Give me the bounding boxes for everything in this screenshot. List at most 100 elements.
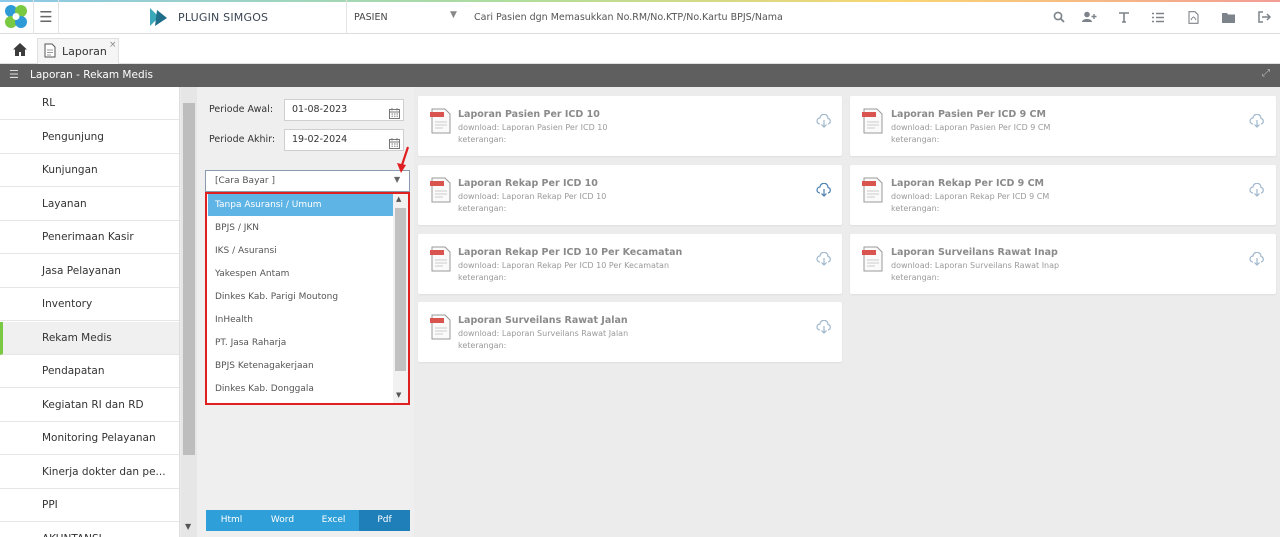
dropdown-option[interactable]: Dinkes Kab. Parigi Moutong <box>208 286 393 308</box>
sidebar-item-layanan[interactable]: Layanan <box>0 188 179 221</box>
report-title[interactable]: Laporan Surveilans Rawat Jalan <box>458 315 628 326</box>
sidebar-item-pendapatan[interactable]: Pendapatan <box>0 355 179 388</box>
add-user-icon[interactable] <box>1081 9 1097 25</box>
pdf-file-icon[interactable] <box>1185 9 1201 25</box>
sidebar-item-rekam-medis[interactable]: Rekam Medis <box>0 321 179 355</box>
sidebar-item-rl[interactable]: RL <box>0 87 179 120</box>
chevron-down-icon[interactable]: ▼ <box>450 10 457 20</box>
cloud-download-icon[interactable] <box>816 113 832 128</box>
scroll-down-icon[interactable]: ▼ <box>185 522 191 531</box>
menu-icon[interactable]: ☰ <box>9 68 19 81</box>
report-keterangan: keterangan: <box>891 135 940 144</box>
logout-icon[interactable] <box>1256 9 1272 25</box>
text-icon[interactable] <box>1116 9 1132 25</box>
periode-akhir-label: Periode Akhir: <box>209 134 276 145</box>
report-title[interactable]: Laporan Rekap Per ICD 10 Per Kecamatan <box>458 247 682 258</box>
report-download-text: download: Laporan Pasien Per ICD 10 <box>458 123 608 132</box>
tab-bar <box>0 34 1280 64</box>
periode-awal-label: Periode Awal: <box>209 104 274 115</box>
sidebar-item-monitoring-pelayanan[interactable]: Monitoring Pelayanan <box>0 422 179 455</box>
report-download-text: download: Laporan Pasien Per ICD 9 CM <box>891 123 1051 132</box>
report-download-text: download: Laporan Rekap Per ICD 10 <box>458 192 607 201</box>
cloud-download-icon[interactable] <box>1249 113 1265 128</box>
accent-strip <box>0 0 1280 2</box>
report-file-icon <box>430 246 452 272</box>
home-icon[interactable] <box>12 42 28 57</box>
sidebar-item-penerimaan-kasir[interactable]: Penerimaan Kasir <box>0 221 179 254</box>
cloud-download-icon[interactable] <box>1249 182 1265 197</box>
calendar-icon[interactable] <box>389 104 400 119</box>
export-pdf-button[interactable]: Pdf <box>359 510 410 531</box>
scroll-down-icon[interactable]: ▼ <box>396 391 401 399</box>
search-icon[interactable] <box>1051 9 1067 25</box>
report-title[interactable]: Laporan Rekap Per ICD 9 CM <box>891 178 1044 189</box>
cloud-download-icon[interactable] <box>1249 251 1265 266</box>
page-header <box>0 64 1280 87</box>
sidebar-item-kinerja-dokter[interactable]: Kinerja dokter dan pe... <box>0 456 179 489</box>
report-title[interactable]: Laporan Rekap Per ICD 10 <box>458 178 598 189</box>
report-title[interactable]: Laporan Pasien Per ICD 9 CM <box>891 109 1046 120</box>
report-keterangan: keterangan: <box>458 341 507 350</box>
scroll-up-icon[interactable]: ▲ <box>396 195 401 203</box>
cloud-download-icon[interactable] <box>816 319 832 334</box>
sidebar-item-inventory[interactable]: Inventory <box>0 288 179 321</box>
report-title[interactable]: Laporan Surveilans Rawat Inap <box>891 247 1058 258</box>
report-keterangan: keterangan: <box>458 273 507 282</box>
cara-bayar-select[interactable]: [Cara Bayar ] <box>205 170 410 192</box>
sidebar-item-akuntansi[interactable]: AKUNTANSI <box>0 523 179 537</box>
list-icon[interactable] <box>1150 9 1166 25</box>
tab-label[interactable]: Laporan <box>62 45 107 58</box>
report-keterangan: keterangan: <box>458 204 507 213</box>
close-icon[interactable]: × <box>109 40 117 50</box>
report-file-icon <box>430 108 452 134</box>
export-excel-button[interactable]: Excel <box>308 510 359 531</box>
report-file-icon <box>862 246 884 272</box>
chevron-down-icon[interactable]: ▼ <box>394 175 400 184</box>
report-keterangan: keterangan: <box>458 135 507 144</box>
brand-name: PLUGIN SIMGOS <box>178 11 269 24</box>
report-file-icon <box>862 108 884 134</box>
folder-icon[interactable] <box>1220 9 1236 25</box>
sidebar-item-ppi[interactable]: PPI <box>0 489 179 522</box>
dropdown-option[interactable]: Tanpa Asuransi / Umum <box>208 194 393 216</box>
page-title: Laporan - Rekam Medis <box>30 69 153 81</box>
menu-toggle-icon[interactable]: ☰ <box>33 0 59 34</box>
patient-type-select[interactable]: PASIEN <box>354 12 388 23</box>
patient-search-input[interactable]: Cari Pasien dgn Memasukkan No.RM/No.KTP/… <box>474 12 783 23</box>
annotation-arrow-icon <box>394 146 412 176</box>
report-keterangan: keterangan: <box>891 273 940 282</box>
periode-awal-input[interactable]: 01-08-2023 <box>284 99 404 121</box>
cloud-download-icon[interactable] <box>816 251 832 266</box>
report-keterangan: keterangan: <box>891 204 940 213</box>
report-file-icon <box>862 177 884 203</box>
sidebar-item-kunjungan[interactable]: Kunjungan <box>0 154 179 187</box>
report-download-text: download: Laporan Surveilans Rawat Inap <box>891 261 1060 270</box>
dropdown-scrollbar-thumb[interactable] <box>395 208 406 371</box>
dropdown-option[interactable]: IKS / Asuransi <box>208 240 393 262</box>
report-download-text: download: Laporan Surveilans Rawat Jalan <box>458 329 629 338</box>
dropdown-option[interactable]: BPJS Ketenagakerjaan <box>208 355 393 377</box>
dropdown-option[interactable]: InHealth <box>208 309 393 331</box>
sidebar-item-jasa-pelayanan[interactable]: Jasa Pelayanan <box>0 255 179 288</box>
expand-icon[interactable]: ⤢ <box>1262 68 1270 79</box>
periode-akhir-input[interactable]: 19-02-2024 <box>284 129 404 151</box>
report-title[interactable]: Laporan Pasien Per ICD 10 <box>458 109 600 120</box>
cloud-download-icon[interactable] <box>816 182 832 197</box>
sidebar-item-pengunjung[interactable]: Pengunjung <box>0 121 179 154</box>
calendar-icon[interactable] <box>389 134 400 149</box>
app-logo-icon[interactable] <box>0 0 33 34</box>
report-download-text: download: Laporan Rekap Per ICD 10 Per K… <box>458 261 670 270</box>
sidebar-scrollbar-thumb[interactable] <box>183 103 195 455</box>
sidebar-item-kegiatan-ri-rd[interactable]: Kegiatan RI dan RD <box>0 389 179 422</box>
dropdown-option[interactable]: PT. Jasa Raharja <box>208 332 393 354</box>
export-html-button[interactable]: Html <box>206 510 257 531</box>
divider <box>346 0 347 34</box>
dropdown-option[interactable]: Yakespen Antam <box>208 263 393 285</box>
dropdown-option[interactable]: BPJS / JKN <box>208 217 393 239</box>
brand-logo-icon <box>147 6 169 28</box>
report-file-icon <box>430 177 452 203</box>
export-word-button[interactable]: Word <box>257 510 308 531</box>
report-download-text: download: Laporan Rekap Per ICD 9 CM <box>891 192 1050 201</box>
dropdown-option[interactable]: Dinkes Kab. Donggala <box>208 378 393 400</box>
document-icon <box>44 43 56 58</box>
